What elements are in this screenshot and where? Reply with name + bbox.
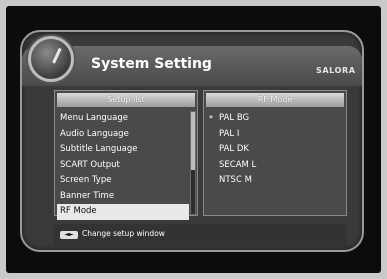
scrollbar-thumb[interactable]	[191, 112, 195, 170]
setup-item-banner-time[interactable]: Banner Time	[57, 189, 189, 205]
help-text: Change setup window	[82, 229, 165, 238]
setup-list-scrollbar[interactable]	[190, 111, 196, 215]
left-right-key-icon: ◄►	[60, 231, 78, 239]
rf-option-label: NTSC M	[219, 175, 252, 185]
setup-item-rf-mode[interactable]: RF Mode	[57, 204, 189, 220]
rf-option-label: SECAM L	[219, 159, 257, 170]
brand-logo: SALORA	[316, 66, 356, 75]
rf-option-label: PAL BG	[219, 113, 250, 123]
dial-icon	[28, 36, 74, 82]
setup-item-audio-language[interactable]: Audio Language	[57, 127, 189, 143]
rf-option-ntsc-m[interactable]: NTSC M	[214, 173, 344, 189]
setup-list-panel: Setup list Menu Language Audio Language …	[54, 90, 198, 220]
rf-mode-heading: RF Mode	[206, 93, 344, 107]
setup-item-screen-type[interactable]: Screen Type	[57, 173, 189, 189]
page-title: System Setting	[91, 56, 212, 72]
rf-option-label: PAL DK	[219, 144, 249, 154]
rf-option-pal-dk[interactable]: PAL DK	[214, 142, 344, 158]
rf-option-pal-bg[interactable]: * PAL BG	[209, 111, 344, 127]
setup-list-heading: Setup list	[57, 93, 195, 107]
dial-needle	[52, 47, 62, 64]
rf-option-secam-l[interactable]: SECAM L	[214, 158, 344, 174]
setup-item-scart-output[interactable]: SCART Output	[57, 158, 189, 174]
setup-item-subtitle-language[interactable]: Subtitle Language	[57, 142, 189, 158]
rf-mode-options: * PAL BG PAL I PAL DK SECAM L NTSC M	[209, 111, 344, 189]
setup-list: Menu Language Audio Language Subtitle La…	[57, 111, 189, 220]
rf-option-label: PAL I	[219, 128, 240, 139]
rf-option-pal-i[interactable]: PAL I	[214, 127, 344, 143]
rf-mode-panel: RF Mode * PAL BG PAL I PAL DK SECAM L NT…	[203, 90, 347, 216]
setup-item-menu-language[interactable]: Menu Language	[57, 111, 189, 127]
current-marker-icon: *	[209, 114, 213, 123]
